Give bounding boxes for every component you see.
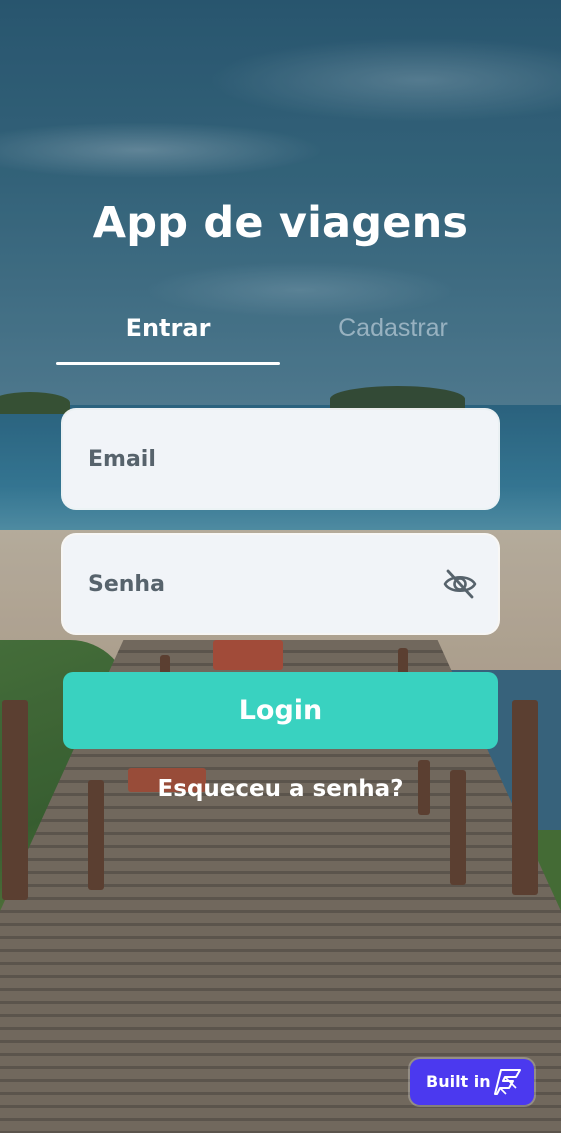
password-input[interactable]: [63, 535, 498, 633]
email-input[interactable]: [63, 410, 498, 508]
tab-cadastrar[interactable]: Cadastrar: [281, 310, 505, 346]
forgot-password-link[interactable]: Esqueceu a senha?: [0, 776, 561, 802]
app-title: App de viagens: [92, 198, 469, 248]
flutterflow-icon: [494, 1069, 521, 1095]
built-in-badge[interactable]: Built in: [410, 1059, 534, 1105]
tab-entrar[interactable]: Entrar: [56, 310, 280, 346]
tab-indicator: [56, 362, 280, 365]
eye-off-icon[interactable]: [442, 568, 478, 600]
email-field[interactable]: [63, 410, 498, 508]
built-in-label: Built in: [426, 1072, 491, 1091]
login-button[interactable]: Login: [63, 672, 498, 749]
password-field[interactable]: [63, 535, 498, 633]
login-screen: App de viagens Entrar Cadastrar Login Es…: [0, 0, 561, 1133]
